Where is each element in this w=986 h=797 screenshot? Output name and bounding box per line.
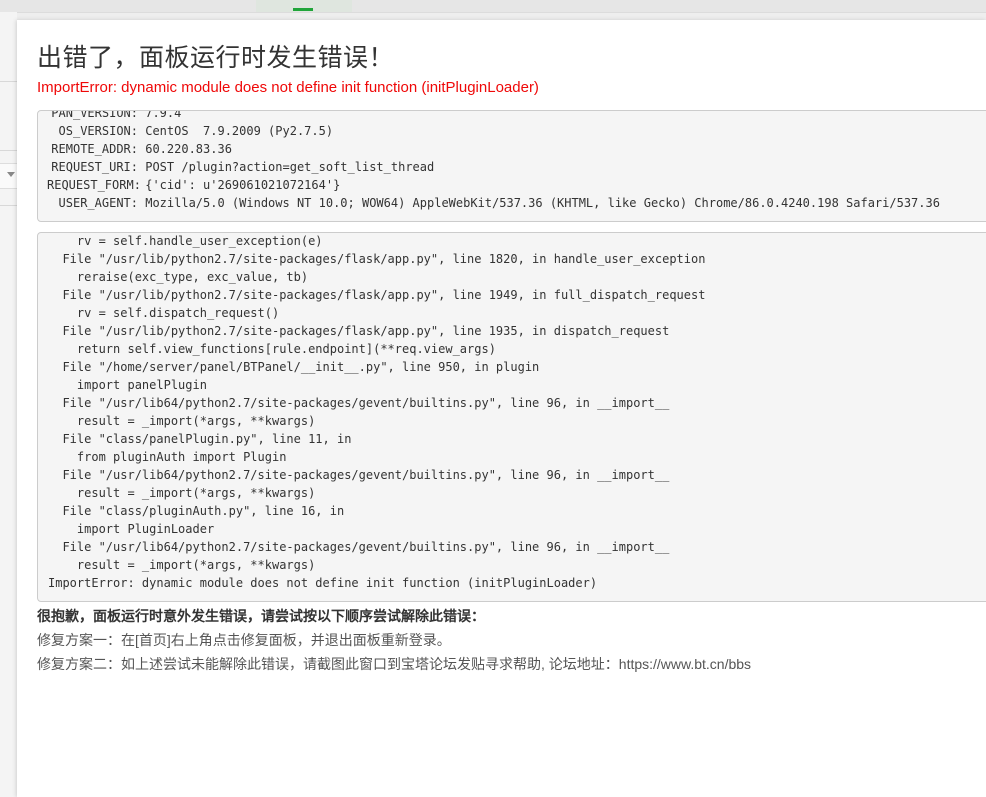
request-info-key: PAN_VERSION: xyxy=(51,110,138,120)
request-info-row: REMOTE_ADDR: 60.220.83.36 xyxy=(47,140,940,158)
request-info-row: REQUEST_URI: POST /plugin?action=get_sof… xyxy=(47,158,940,176)
request-info-key: REQUEST_URI: xyxy=(51,160,138,174)
traceback-line: File "/usr/lib64/python2.7/site-packages… xyxy=(48,396,670,410)
request-info-key: REQUEST_FORM: xyxy=(47,178,141,192)
request-info-key: REMOTE_ADDR: xyxy=(51,142,138,156)
request-info-box: PAN_VERSION: 7.9.4 OS_VERSION: CentOS 7.9… xyxy=(37,110,986,222)
error-message: ImportError: dynamic module does not def… xyxy=(37,79,539,96)
request-info-row: PAN_VERSION: 7.9.4 xyxy=(47,110,940,122)
background-divider xyxy=(0,205,17,206)
traceback-line: return self.view_functions[rule.endpoint… xyxy=(48,342,496,356)
traceback-line: File "/usr/lib/python2.7/site-packages/f… xyxy=(48,324,670,338)
request-info-value: POST /plugin?action=get_soft_list_thread xyxy=(145,160,435,174)
request-info-row: USER_AGENT: Mozilla/5.0 (Windows NT 10.0… xyxy=(47,194,940,212)
traceback-line: rv = self.handle_user_exception(e) xyxy=(48,234,323,248)
traceback-line: result = _import(*args, **kwargs) xyxy=(48,558,316,572)
background-divider xyxy=(0,150,17,151)
modal-title: 出错了，面板运行时发生错误！ xyxy=(37,44,395,72)
request-info-value: {'cid': u'269061021072164'} xyxy=(145,178,341,192)
fix-option-one: 修复方案一：在[首页]右上角点击修复面板，并退出面板重新登录。 xyxy=(37,632,451,648)
traceback-line: File "class/pluginAuth.py", line 16, in xyxy=(48,504,345,518)
troubleshoot-notes: 很抱歉，面板运行时意外发生错误，请尝试按以下顺序尝试解除此错误： 修复方案一：在… xyxy=(37,604,751,676)
request-info-key: OS_VERSION: xyxy=(58,124,138,138)
request-info-value: 7.9.4 xyxy=(145,110,182,120)
traceback-line: reraise(exc_type, exc_value, tb) xyxy=(48,270,309,284)
background-tab-indicator xyxy=(293,8,313,11)
background-divider xyxy=(0,81,17,82)
request-info-value: Mozilla/5.0 (Windows NT 10.0; WOW64) App… xyxy=(145,196,940,210)
traceback-line: File "/usr/lib64/python2.7/site-packages… xyxy=(48,540,670,554)
fix-option-two: 修复方案二：如上述尝试未能解除此错误，请截图此窗口到宝塔论坛发贴寻求帮助, 论坛… xyxy=(37,656,752,672)
traceback-line: File "/usr/lib64/python2.7/site-packages… xyxy=(48,468,670,482)
error-modal: 出错了，面板运行时发生错误！ ImportError: dynamic modu… xyxy=(17,20,986,797)
request-info-row: REQUEST_FORM: {'cid': u'269061021072164'… xyxy=(47,176,940,194)
traceback-line: rv = self.dispatch_request() xyxy=(48,306,280,320)
traceback-line: File "class/panelPlugin.py", line 11, in xyxy=(48,432,352,446)
notes-heading: 很抱歉，面板运行时意外发生错误，请尝试按以下顺序尝试解除此错误： xyxy=(37,608,485,624)
caret-down-icon xyxy=(7,172,15,177)
traceback-line: import panelPlugin xyxy=(48,378,207,392)
traceback-line: from pluginAuth import Plugin xyxy=(48,450,287,464)
background-panel-edge xyxy=(0,12,17,797)
traceback-line: File "/home/server/panel/BTPanel/__init_… xyxy=(48,360,540,374)
traceback-line: ImportError: dynamic module does not def… xyxy=(48,576,598,590)
traceback-box: rv = self.handle_user_exception(e) File … xyxy=(37,232,986,602)
request-info-key: USER_AGENT: xyxy=(58,196,138,210)
background-tab-bar xyxy=(0,0,986,13)
traceback-line: File "/usr/lib/python2.7/site-packages/f… xyxy=(48,288,706,302)
traceback-line: File "/usr/lib/python2.7/site-packages/f… xyxy=(48,252,706,266)
request-info-row: OS_VERSION: CentOS 7.9.2009 (Py2.7.5) xyxy=(47,122,940,140)
traceback-line: result = _import(*args, **kwargs) xyxy=(48,486,316,500)
request-info-value: CentOS 7.9.2009 (Py2.7.5) xyxy=(145,124,334,138)
request-info-value: 60.220.83.36 xyxy=(145,142,232,156)
traceback-line: result = _import(*args, **kwargs) xyxy=(48,414,316,428)
traceback-line: import PluginLoader xyxy=(48,522,215,536)
